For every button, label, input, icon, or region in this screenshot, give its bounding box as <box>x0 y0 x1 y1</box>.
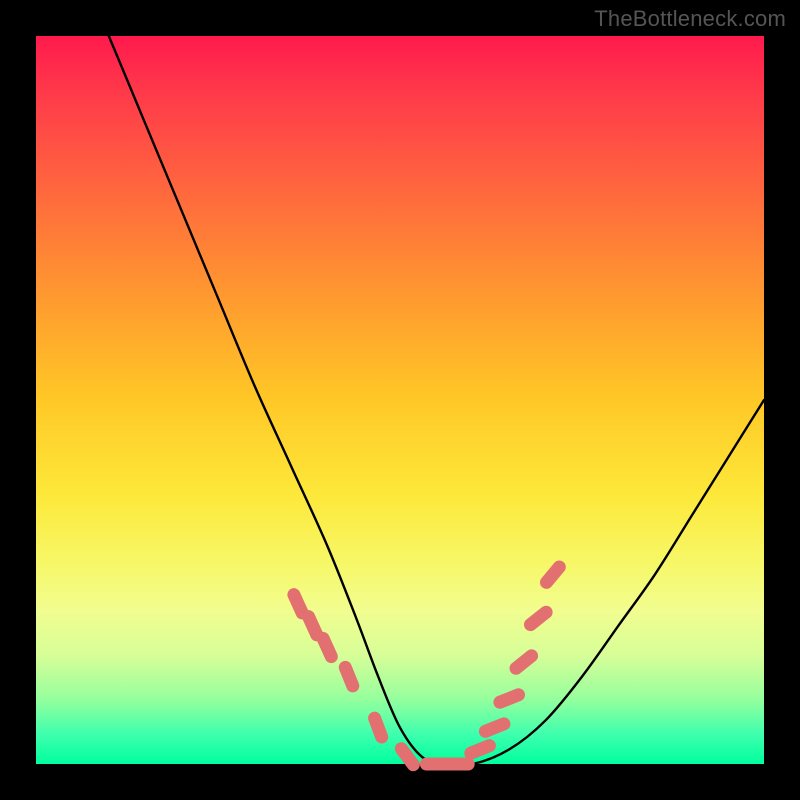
bottleneck-curve <box>109 36 764 765</box>
curve-svg <box>36 36 764 764</box>
highlight-dot <box>345 667 353 686</box>
highlight-dot <box>500 695 519 702</box>
highlight-dot <box>309 617 317 635</box>
highlight-dot <box>471 746 490 754</box>
watermark-label: TheBottleneck.com <box>594 6 786 32</box>
highlight-dot <box>401 749 413 765</box>
highlight-dot <box>375 718 382 737</box>
highlight-dot <box>323 638 331 656</box>
highlight-dot <box>485 724 504 731</box>
plot-area <box>36 36 764 764</box>
highlight-dot <box>294 595 302 613</box>
chart-frame: TheBottleneck.com <box>0 0 800 800</box>
highlight-dots <box>294 567 559 765</box>
highlight-dot <box>516 656 532 669</box>
highlight-dot <box>547 567 560 582</box>
highlight-dot <box>531 612 547 624</box>
